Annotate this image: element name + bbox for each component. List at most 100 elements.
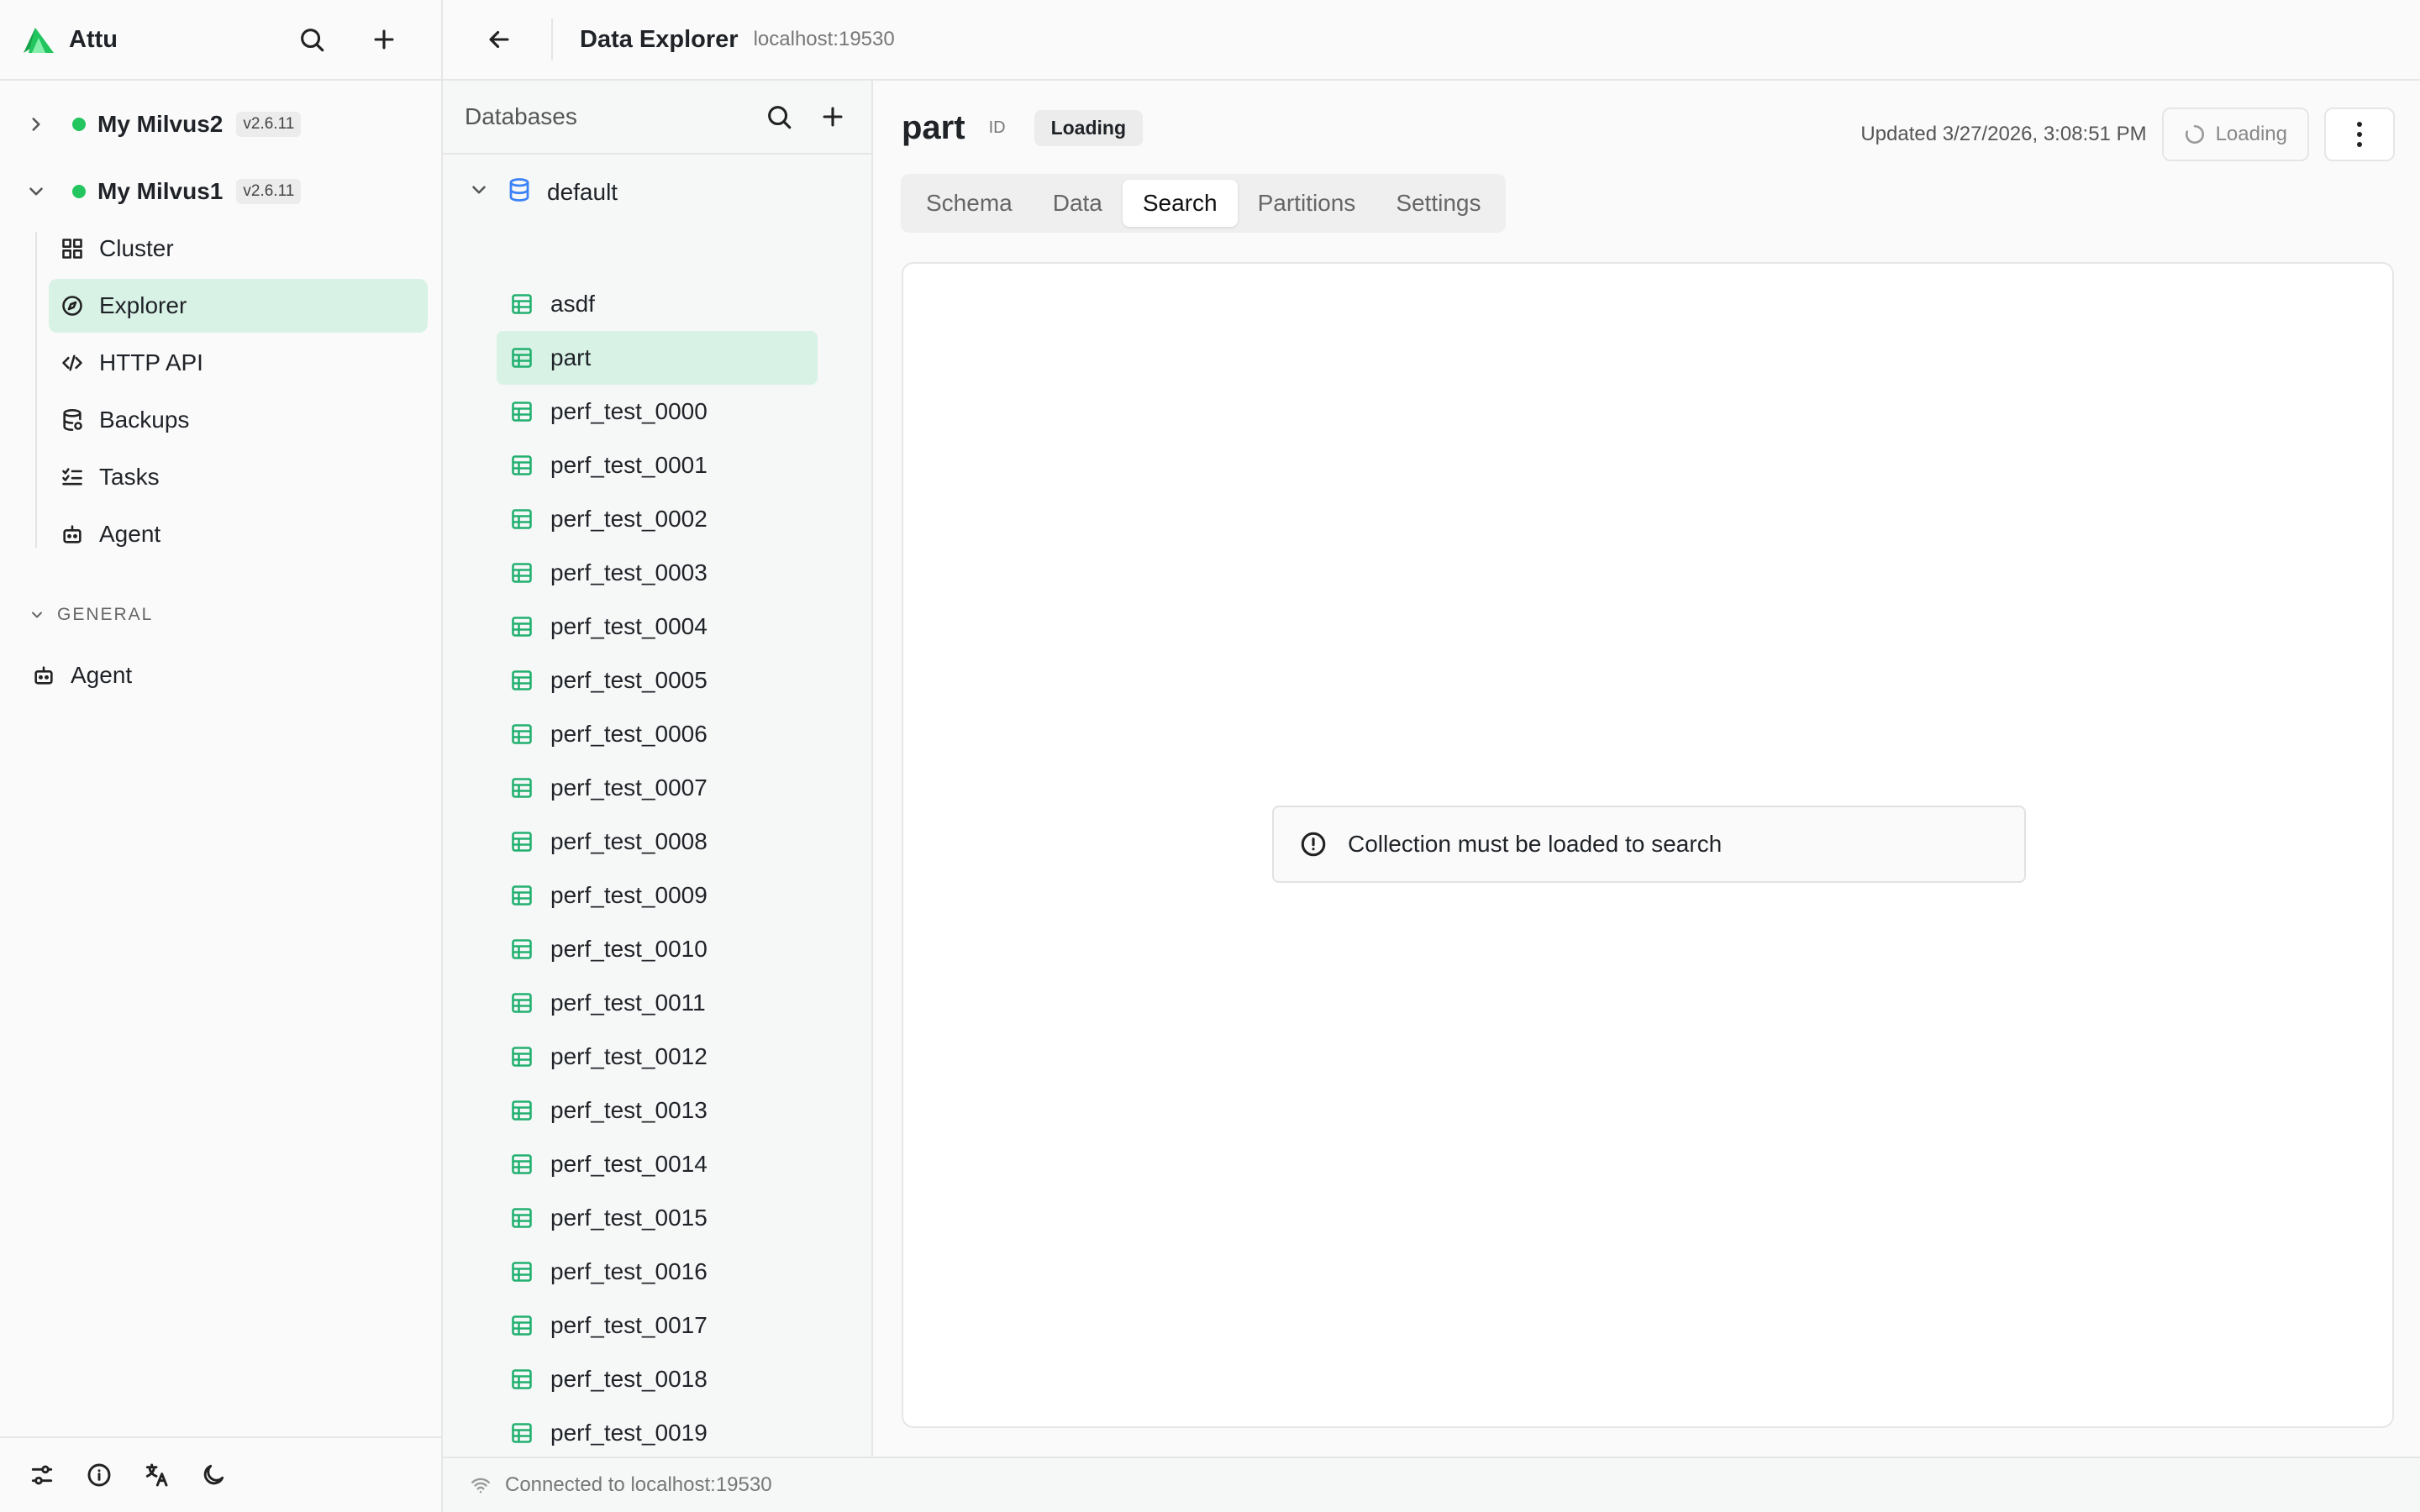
collection-name: perf_test_0005 (550, 667, 708, 693)
collection-item[interactable]: part (497, 331, 818, 385)
tab-data[interactable]: Data (1033, 180, 1123, 227)
chevron-down-icon[interactable] (25, 181, 47, 202)
collection-name: perf_test_0017 (550, 1312, 708, 1338)
app-name: Attu (69, 25, 118, 53)
brand-bar: Attu (0, 0, 441, 81)
code-icon (62, 354, 82, 371)
collection-item[interactable]: perf_test_0003 (497, 546, 772, 600)
chevron-down-icon[interactable] (468, 179, 490, 207)
alert-circle-icon (1301, 832, 1326, 857)
collection-name: perf_test_0014 (550, 1151, 708, 1177)
table-icon (512, 939, 532, 959)
nav-label: Cluster (99, 235, 174, 261)
collection-item[interactable]: perf_test_0018 (497, 1352, 772, 1406)
database-row-default[interactable]: default (443, 171, 871, 213)
table-icon (512, 1315, 532, 1336)
collection-item[interactable]: perf_test_0005 (497, 654, 772, 707)
chevron-right-icon[interactable] (25, 113, 47, 135)
load-status-button[interactable]: Loading (2161, 108, 2309, 161)
collection-header: part ID Loading (902, 109, 1144, 147)
collection-item[interactable]: perf_test_0011 (497, 976, 772, 1030)
database-tree: Databases default asdf part perf_test_0000… (443, 81, 873, 1457)
info-button[interactable] (72, 1448, 126, 1502)
collection-item[interactable]: perf_test_0008 (497, 815, 772, 869)
table-icon (512, 1208, 532, 1228)
collection-name: perf_test_0016 (550, 1258, 708, 1284)
nav-label: Agent (99, 521, 161, 547)
collection-tabs: Schema Data Search Partitions Settings (901, 174, 1507, 233)
moon-icon (203, 1464, 224, 1485)
header-actions: Updated 3/27/2026, 3:08:51 PM Loading (1860, 108, 2395, 161)
search-icon (768, 106, 792, 129)
collection-item[interactable]: perf_test_0006 (497, 707, 772, 761)
collection-name: perf_test_0009 (550, 882, 708, 908)
collection-list: asdf part perf_test_0000 perf_test_0001 perf… (497, 277, 818, 1457)
collection-name: perf_test_0006 (550, 721, 708, 747)
general-item-agent[interactable]: Agent (20, 648, 428, 702)
collection-item[interactable]: perf_test_0012 (497, 1030, 772, 1084)
tab-partitions[interactable]: Partitions (1238, 180, 1376, 227)
connection-my-milvus2[interactable]: My Milvus2 v2.6.11 (0, 97, 441, 152)
connection-status-text: Connected to localhost:19530 (505, 1473, 772, 1496)
add-connection-button[interactable] (357, 13, 411, 66)
collection-name: asdf (550, 291, 595, 317)
table-icon (512, 348, 532, 368)
compass-icon (62, 296, 82, 316)
collection-item[interactable]: perf_test_0009 (497, 869, 772, 922)
collection-item[interactable]: perf_test_0019 (497, 1406, 772, 1457)
collection-name: perf_test_0018 (550, 1366, 708, 1392)
info-icon (87, 1463, 111, 1487)
nav-item-http-api[interactable]: HTTP API (49, 336, 428, 390)
database-name: default (547, 179, 618, 205)
collection-item[interactable]: perf_test_0015 (497, 1191, 772, 1245)
not-loaded-alert: Collection must be loaded to search (1272, 806, 2026, 883)
table-icon (512, 1154, 532, 1174)
nav-label: HTTP API (99, 349, 203, 375)
arrow-left-icon (489, 30, 509, 49)
collection-item[interactable]: perf_test_0001 (497, 438, 772, 492)
collection-item[interactable]: perf_test_0014 (497, 1137, 772, 1191)
table-icon (512, 885, 532, 906)
collection-item[interactable]: perf_test_0007 (497, 761, 772, 815)
tab-search[interactable]: Search (1122, 180, 1238, 227)
collection-item[interactable]: asdf (497, 277, 772, 331)
collection-name: perf_test_0019 (550, 1420, 708, 1446)
more-actions-button[interactable] (2324, 108, 2395, 161)
create-database-button[interactable] (806, 90, 860, 144)
collection-item[interactable]: perf_test_0004 (497, 600, 772, 654)
nav-item-backups[interactable]: Backups (49, 393, 428, 447)
section-label: GENERAL (57, 605, 154, 624)
language-button[interactable] (129, 1448, 183, 1502)
theme-toggle-button[interactable] (187, 1448, 240, 1502)
search-collections-button[interactable] (752, 90, 806, 144)
back-button[interactable] (472, 13, 526, 66)
collection-item[interactable]: perf_test_0017 (497, 1299, 772, 1352)
collection-item[interactable]: perf_test_0010 (497, 922, 772, 976)
nav-item-agent[interactable]: Agent (49, 507, 428, 561)
list-checks-icon (62, 468, 82, 486)
search-connections-button[interactable] (285, 13, 339, 66)
tab-schema[interactable]: Schema (906, 180, 1033, 227)
connection-my-milvus1[interactable]: My Milvus1 v2.6.11 (0, 164, 441, 219)
top-bar: Data Explorer localhost:19530 (443, 0, 2420, 81)
collection-name: part (550, 344, 592, 370)
section-general[interactable]: GENERAL (29, 605, 153, 625)
divider (551, 18, 553, 60)
nav-item-tasks[interactable]: Tasks (49, 450, 428, 504)
collection-name: perf_test_0013 (550, 1097, 708, 1123)
collection-name: perf_test_0000 (550, 398, 708, 424)
spinner-icon (2185, 124, 2204, 144)
collection-name: perf_test_0003 (550, 559, 708, 585)
sidebar-footer (0, 1436, 441, 1512)
collection-item[interactable]: perf_test_0016 (497, 1245, 772, 1299)
collection-name: perf_test_0011 (550, 990, 706, 1016)
nav-item-explorer[interactable]: Explorer (49, 279, 428, 333)
collection-item[interactable]: perf_test_0013 (497, 1084, 772, 1137)
collection-id-label[interactable]: ID (989, 118, 1006, 138)
collection-item[interactable]: perf_test_0002 (497, 492, 772, 546)
tab-settings[interactable]: Settings (1376, 180, 1501, 227)
preferences-button[interactable] (15, 1448, 69, 1502)
collection-item[interactable]: perf_test_0000 (497, 385, 772, 438)
nav-item-cluster[interactable]: Cluster (49, 222, 428, 276)
translate-icon (145, 1463, 168, 1487)
